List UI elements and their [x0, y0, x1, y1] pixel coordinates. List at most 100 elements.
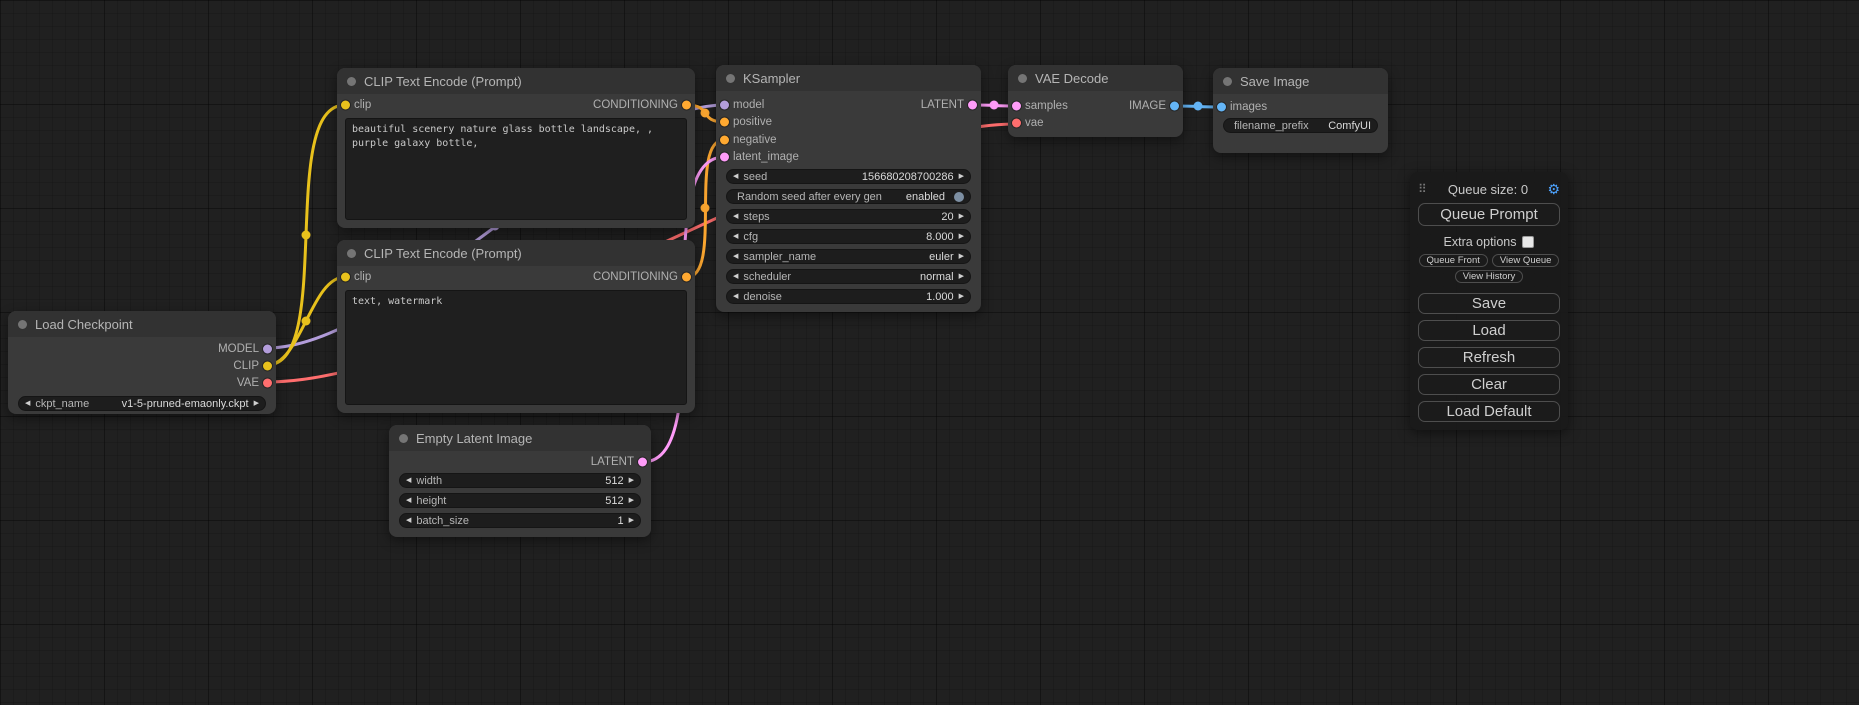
stepper-left-icon[interactable]: ◀: [406, 497, 411, 504]
stepper-left-icon[interactable]: ◀: [25, 400, 30, 407]
stepper-right-icon[interactable]: ▶: [629, 497, 634, 504]
node-title-bar[interactable]: Empty Latent Image: [389, 425, 651, 451]
output-dot-conditioning[interactable]: [682, 100, 691, 109]
widget-value: 1.000: [926, 291, 954, 303]
stepper-right-icon[interactable]: ▶: [959, 293, 964, 300]
link-midpoint-dot: [701, 204, 710, 213]
toggle-dot-icon[interactable]: [954, 192, 964, 202]
stepper-left-icon[interactable]: ◀: [733, 233, 738, 240]
widget-height[interactable]: ◀ height 512 ▶: [399, 493, 641, 508]
stepper-left-icon[interactable]: ◀: [406, 517, 411, 524]
node-collapse-dot-icon[interactable]: [18, 320, 27, 329]
stepper-left-icon[interactable]: ◀: [406, 477, 411, 484]
stepper-right-icon[interactable]: ▶: [959, 253, 964, 260]
node-clip-text-encode-positive[interactable]: CLIP Text Encode (Prompt) clip CONDITION…: [337, 68, 695, 228]
widget-cfg[interactable]: ◀ cfg 8.000 ▶: [726, 229, 971, 244]
queue-front-button[interactable]: Queue Front: [1419, 254, 1488, 267]
widget-batch-size[interactable]: ◀ batch_size 1 ▶: [399, 513, 641, 528]
node-collapse-dot-icon[interactable]: [347, 77, 356, 86]
node-collapse-dot-icon[interactable]: [726, 74, 735, 83]
stepper-right-icon[interactable]: ▶: [254, 400, 259, 407]
graph-canvas[interactable]: Load Checkpoint MODEL CLIP VAE ◀ ckpt_na…: [0, 0, 1859, 705]
node-empty-latent-image[interactable]: Empty Latent Image LATENT ◀ width 512 ▶ …: [389, 425, 651, 537]
input-dot-latent-image[interactable]: [720, 153, 729, 162]
widget-value: enabled: [906, 191, 945, 203]
node-collapse-dot-icon[interactable]: [1223, 77, 1232, 86]
node-title-bar[interactable]: VAE Decode: [1008, 65, 1183, 91]
link-midpoint-dot: [302, 231, 311, 240]
input-dot-positive[interactable]: [720, 118, 729, 127]
widget-label: filename_prefix: [1230, 120, 1309, 132]
input-dot-images[interactable]: [1217, 102, 1226, 111]
node-clip-text-encode-negative[interactable]: CLIP Text Encode (Prompt) clip CONDITION…: [337, 240, 695, 413]
queue-panel: ⠿ Queue size: 0 ⚙ Queue Prompt Extra opt…: [1410, 172, 1568, 430]
widget-scheduler[interactable]: ◀ scheduler normal ▶: [726, 269, 971, 284]
input-dot-clip[interactable]: [341, 272, 350, 281]
widget-filename-prefix[interactable]: filename_prefix ComfyUI: [1223, 118, 1378, 133]
node-title: KSampler: [743, 71, 800, 86]
output-dot-clip[interactable]: [263, 361, 272, 370]
widget-label: denoise: [743, 291, 782, 303]
input-dot-samples[interactable]: [1012, 101, 1021, 110]
widget-denoise[interactable]: ◀ denoise 1.000 ▶: [726, 289, 971, 304]
node-title-bar[interactable]: Save Image: [1213, 68, 1388, 94]
widget-seed[interactable]: ◀ seed 156680208700286 ▶: [726, 169, 971, 184]
save-button[interactable]: Save: [1418, 293, 1560, 314]
node-title-bar[interactable]: KSampler: [716, 65, 981, 91]
widget-ckpt-name[interactable]: ◀ ckpt_name v1-5-pruned-emaonly.ckpt ▶: [18, 396, 266, 411]
input-dot-model[interactable]: [720, 100, 729, 109]
output-dot-vae[interactable]: [263, 378, 272, 387]
output-dot-latent[interactable]: [968, 100, 977, 109]
drag-handle-icon[interactable]: ⠿: [1418, 182, 1432, 196]
stepper-right-icon[interactable]: ▶: [629, 477, 634, 484]
node-title-bar[interactable]: Load Checkpoint: [8, 311, 276, 337]
input-label: images: [1230, 101, 1267, 113]
input-dot-clip[interactable]: [341, 100, 350, 109]
output-dot-latent[interactable]: [638, 457, 647, 466]
refresh-button[interactable]: Refresh: [1418, 347, 1560, 368]
stepper-right-icon[interactable]: ▶: [629, 517, 634, 524]
node-vae-decode[interactable]: VAE Decode samples IMAGE vae: [1008, 65, 1183, 137]
node-title-bar[interactable]: CLIP Text Encode (Prompt): [337, 68, 695, 94]
view-history-button[interactable]: View History: [1455, 270, 1524, 283]
input-dot-negative[interactable]: [720, 135, 729, 144]
positive-prompt-textarea[interactable]: beautiful scenery nature glass bottle la…: [345, 118, 687, 220]
node-collapse-dot-icon[interactable]: [1018, 74, 1027, 83]
node-load-checkpoint[interactable]: Load Checkpoint MODEL CLIP VAE ◀ ckpt_na…: [8, 311, 276, 414]
widget-width[interactable]: ◀ width 512 ▶: [399, 473, 641, 488]
stepper-left-icon[interactable]: ◀: [733, 173, 738, 180]
stepper-right-icon[interactable]: ▶: [959, 233, 964, 240]
widget-steps[interactable]: ◀ steps 20 ▶: [726, 209, 971, 224]
clear-button[interactable]: Clear: [1418, 374, 1560, 395]
stepper-right-icon[interactable]: ▶: [959, 213, 964, 220]
extra-options-checkbox[interactable]: [1522, 236, 1534, 248]
widget-random-seed-toggle[interactable]: Random seed after every gen enabled: [726, 189, 971, 204]
widget-sampler-name[interactable]: ◀ sampler_name euler ▶: [726, 249, 971, 264]
stepper-left-icon[interactable]: ◀: [733, 213, 738, 220]
input-label: latent_image: [733, 151, 799, 163]
output-dot-model[interactable]: [263, 344, 272, 353]
stepper-left-icon[interactable]: ◀: [733, 273, 738, 280]
node-ksampler[interactable]: KSampler model LATENT positive negative …: [716, 65, 981, 312]
view-queue-button[interactable]: View Queue: [1492, 254, 1560, 267]
node-save-image[interactable]: Save Image images filename_prefix ComfyU…: [1213, 68, 1388, 153]
output-dot-image[interactable]: [1170, 101, 1179, 110]
node-title: Load Checkpoint: [35, 317, 133, 332]
settings-gear-icon[interactable]: ⚙: [1544, 181, 1560, 198]
node-collapse-dot-icon[interactable]: [347, 249, 356, 258]
stepper-right-icon[interactable]: ▶: [959, 173, 964, 180]
node-collapse-dot-icon[interactable]: [399, 434, 408, 443]
node-title-bar[interactable]: CLIP Text Encode (Prompt): [337, 240, 695, 266]
input-label: clip: [354, 271, 371, 283]
output-label: IMAGE: [1129, 100, 1166, 112]
output-dot-conditioning[interactable]: [682, 272, 691, 281]
queue-prompt-button[interactable]: Queue Prompt: [1418, 203, 1560, 226]
load-default-button[interactable]: Load Default: [1418, 401, 1560, 422]
load-button[interactable]: Load: [1418, 320, 1560, 341]
stepper-right-icon[interactable]: ▶: [959, 273, 964, 280]
stepper-left-icon[interactable]: ◀: [733, 253, 738, 260]
stepper-left-icon[interactable]: ◀: [733, 293, 738, 300]
input-dot-vae[interactable]: [1012, 119, 1021, 128]
negative-prompt-textarea[interactable]: text, watermark: [345, 290, 687, 405]
output-label: MODEL: [218, 343, 259, 355]
